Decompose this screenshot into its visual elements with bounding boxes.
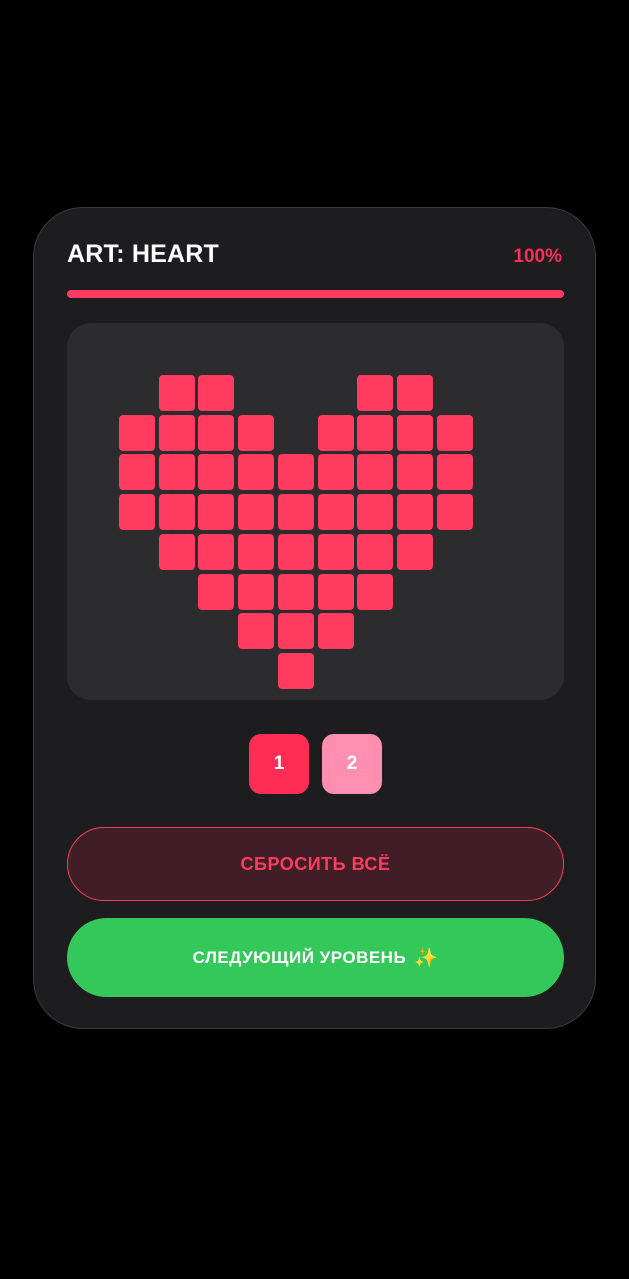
pixel-cell[interactable] [238, 574, 274, 610]
pixel-cell[interactable] [357, 534, 393, 570]
pixel-cell[interactable] [278, 534, 314, 570]
pixel-cell[interactable] [357, 574, 393, 610]
pixel-cell[interactable] [238, 494, 274, 530]
progress-fill [67, 290, 564, 298]
pixel-cell[interactable] [318, 574, 354, 610]
pixel-cell[interactable] [278, 653, 314, 689]
pixel-cell[interactable] [198, 454, 234, 490]
pixel-cell[interactable] [159, 494, 195, 530]
pixel-cell[interactable] [198, 534, 234, 570]
pixel-cell[interactable] [198, 375, 234, 411]
pixel-cell[interactable] [397, 454, 433, 490]
pixel-cell[interactable] [397, 534, 433, 570]
pixel-cell[interactable] [159, 375, 195, 411]
pixel-cell[interactable] [278, 494, 314, 530]
swatch-label: 1 [273, 753, 285, 774]
pixel-cell[interactable] [318, 454, 354, 490]
pixel-cell[interactable] [397, 375, 433, 411]
pixel-cell[interactable] [238, 613, 274, 649]
pixel-cell[interactable] [278, 613, 314, 649]
reset-all-button[interactable]: СБРОСИТЬ ВСЁ [67, 827, 564, 901]
pixel-art-board [67, 323, 564, 700]
pixel-cell[interactable] [357, 375, 393, 411]
pixel-cell[interactable] [318, 415, 354, 451]
pixel-cell[interactable] [159, 454, 195, 490]
completion-percent: 100% [513, 246, 562, 267]
swatch-label: 2 [346, 753, 358, 774]
pixel-cell[interactable] [238, 415, 274, 451]
pixel-cell[interactable] [119, 454, 155, 490]
next-level-button[interactable]: СЛЕДУЮЩИЙ УРОВЕНЬ ✨ [67, 918, 564, 997]
pixel-cell[interactable] [437, 494, 473, 530]
pixel-cell[interactable] [198, 574, 234, 610]
pixel-cell[interactable] [357, 454, 393, 490]
pixel-cell[interactable] [357, 415, 393, 451]
pixel-cell[interactable] [437, 415, 473, 451]
pixel-cell[interactable] [159, 534, 195, 570]
pixel-cell[interactable] [318, 494, 354, 530]
reset-button-label: СБРОСИТЬ ВСЁ [240, 853, 391, 874]
color-palette: 1 2 [34, 734, 595, 794]
game-card: ART: HEART 100% 1 2 СБРОСИТЬ ВСЁ СЛЕДУЮЩ… [33, 207, 596, 1029]
pixel-cell[interactable] [198, 415, 234, 451]
pixel-cell[interactable] [397, 494, 433, 530]
pixel-cell[interactable] [397, 415, 433, 451]
color-swatch-1[interactable]: 1 [249, 734, 309, 794]
level-title: ART: HEART [67, 240, 219, 268]
pixel-cell[interactable] [238, 454, 274, 490]
progress-bar [67, 290, 564, 298]
pixel-cell[interactable] [159, 415, 195, 451]
pixel-cell[interactable] [318, 613, 354, 649]
pixel-cell[interactable] [119, 494, 155, 530]
pixel-cell[interactable] [198, 494, 234, 530]
pixel-cell[interactable] [119, 415, 155, 451]
pixel-cell[interactable] [238, 534, 274, 570]
pixel-cell[interactable] [278, 454, 314, 490]
color-swatch-2[interactable]: 2 [322, 734, 382, 794]
next-button-label: СЛЕДУЮЩИЙ УРОВЕНЬ [192, 947, 407, 967]
pixel-cell[interactable] [318, 534, 354, 570]
pixel-cell[interactable] [437, 454, 473, 490]
pixel-cell[interactable] [278, 574, 314, 610]
sparkles-icon: ✨ [414, 947, 439, 969]
pixel-cell[interactable] [357, 494, 393, 530]
